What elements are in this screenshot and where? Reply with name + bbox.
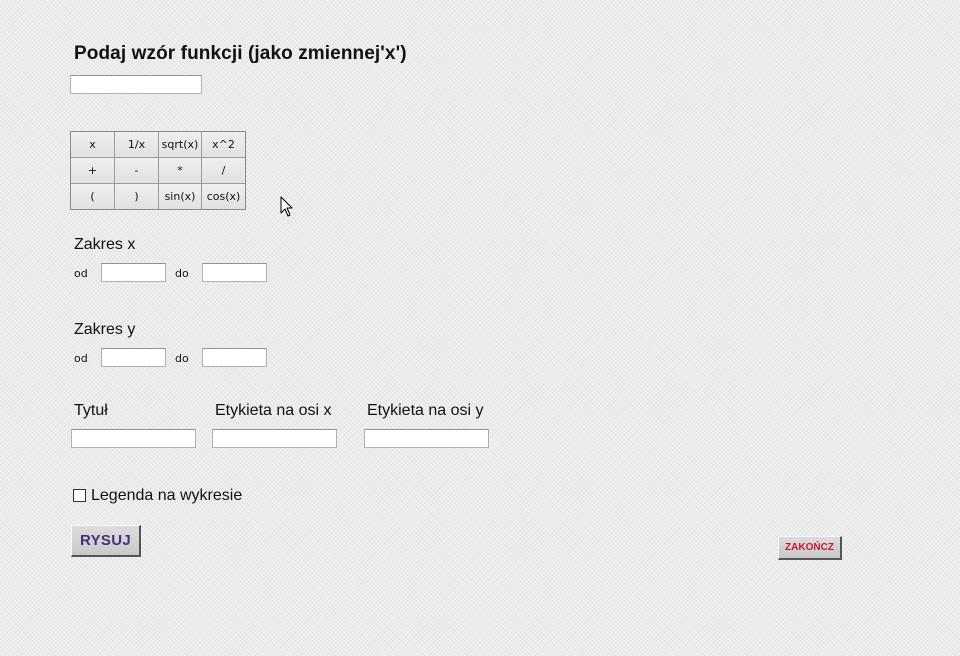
key-cos[interactable]: cos(x) (202, 184, 245, 209)
key-multiply[interactable]: * (159, 158, 202, 184)
legend-checkbox-label[interactable]: Legenda na wykresie (91, 487, 242, 505)
key-sqrt[interactable]: sqrt(x) (159, 132, 202, 158)
range-y-from-input[interactable] (101, 348, 166, 367)
y-axis-label-caption: Etykieta na osi y (367, 402, 484, 419)
x-axis-label-input[interactable] (212, 429, 337, 448)
chart-title-label: Tytuł (74, 402, 108, 419)
page-title: Podaj wzór funkcji (jako zmiennej'x') (74, 43, 407, 64)
range-x-to-input[interactable] (202, 263, 267, 282)
range-x-from-label: od (74, 267, 88, 280)
key-close-paren[interactable]: ) (115, 184, 159, 209)
range-x-to-label: do (175, 267, 189, 280)
key-reciprocal[interactable]: 1/x (115, 132, 159, 158)
range-y-label: Zakres y (74, 321, 136, 338)
range-y-to-label: do (175, 352, 189, 365)
key-plus[interactable]: + (71, 158, 115, 184)
key-divide[interactable]: / (202, 158, 245, 184)
legend-checkbox[interactable] (73, 489, 86, 502)
key-square[interactable]: x^2 (202, 132, 245, 158)
draw-button[interactable]: RYSUJ (71, 525, 141, 557)
key-sin[interactable]: sin(x) (159, 184, 202, 209)
chart-title-input[interactable] (71, 429, 196, 448)
y-axis-label-input[interactable] (364, 429, 489, 448)
key-x[interactable]: x (71, 132, 115, 158)
key-minus[interactable]: - (115, 158, 159, 184)
formula-input[interactable] (70, 75, 202, 94)
mouse-pointer-icon (280, 196, 293, 217)
range-x-from-input[interactable] (101, 263, 166, 282)
key-open-paren[interactable]: ( (71, 184, 115, 209)
exit-button[interactable]: ZAKOŃCZ (778, 536, 842, 560)
keypad: x 1/x sqrt(x) x^2 + - * / ( ) sin(x) cos… (70, 131, 246, 210)
x-axis-label-caption: Etykieta na osi x (215, 402, 332, 419)
range-y-to-input[interactable] (202, 348, 267, 367)
range-y-from-label: od (74, 352, 88, 365)
range-x-label: Zakres x (74, 236, 136, 253)
